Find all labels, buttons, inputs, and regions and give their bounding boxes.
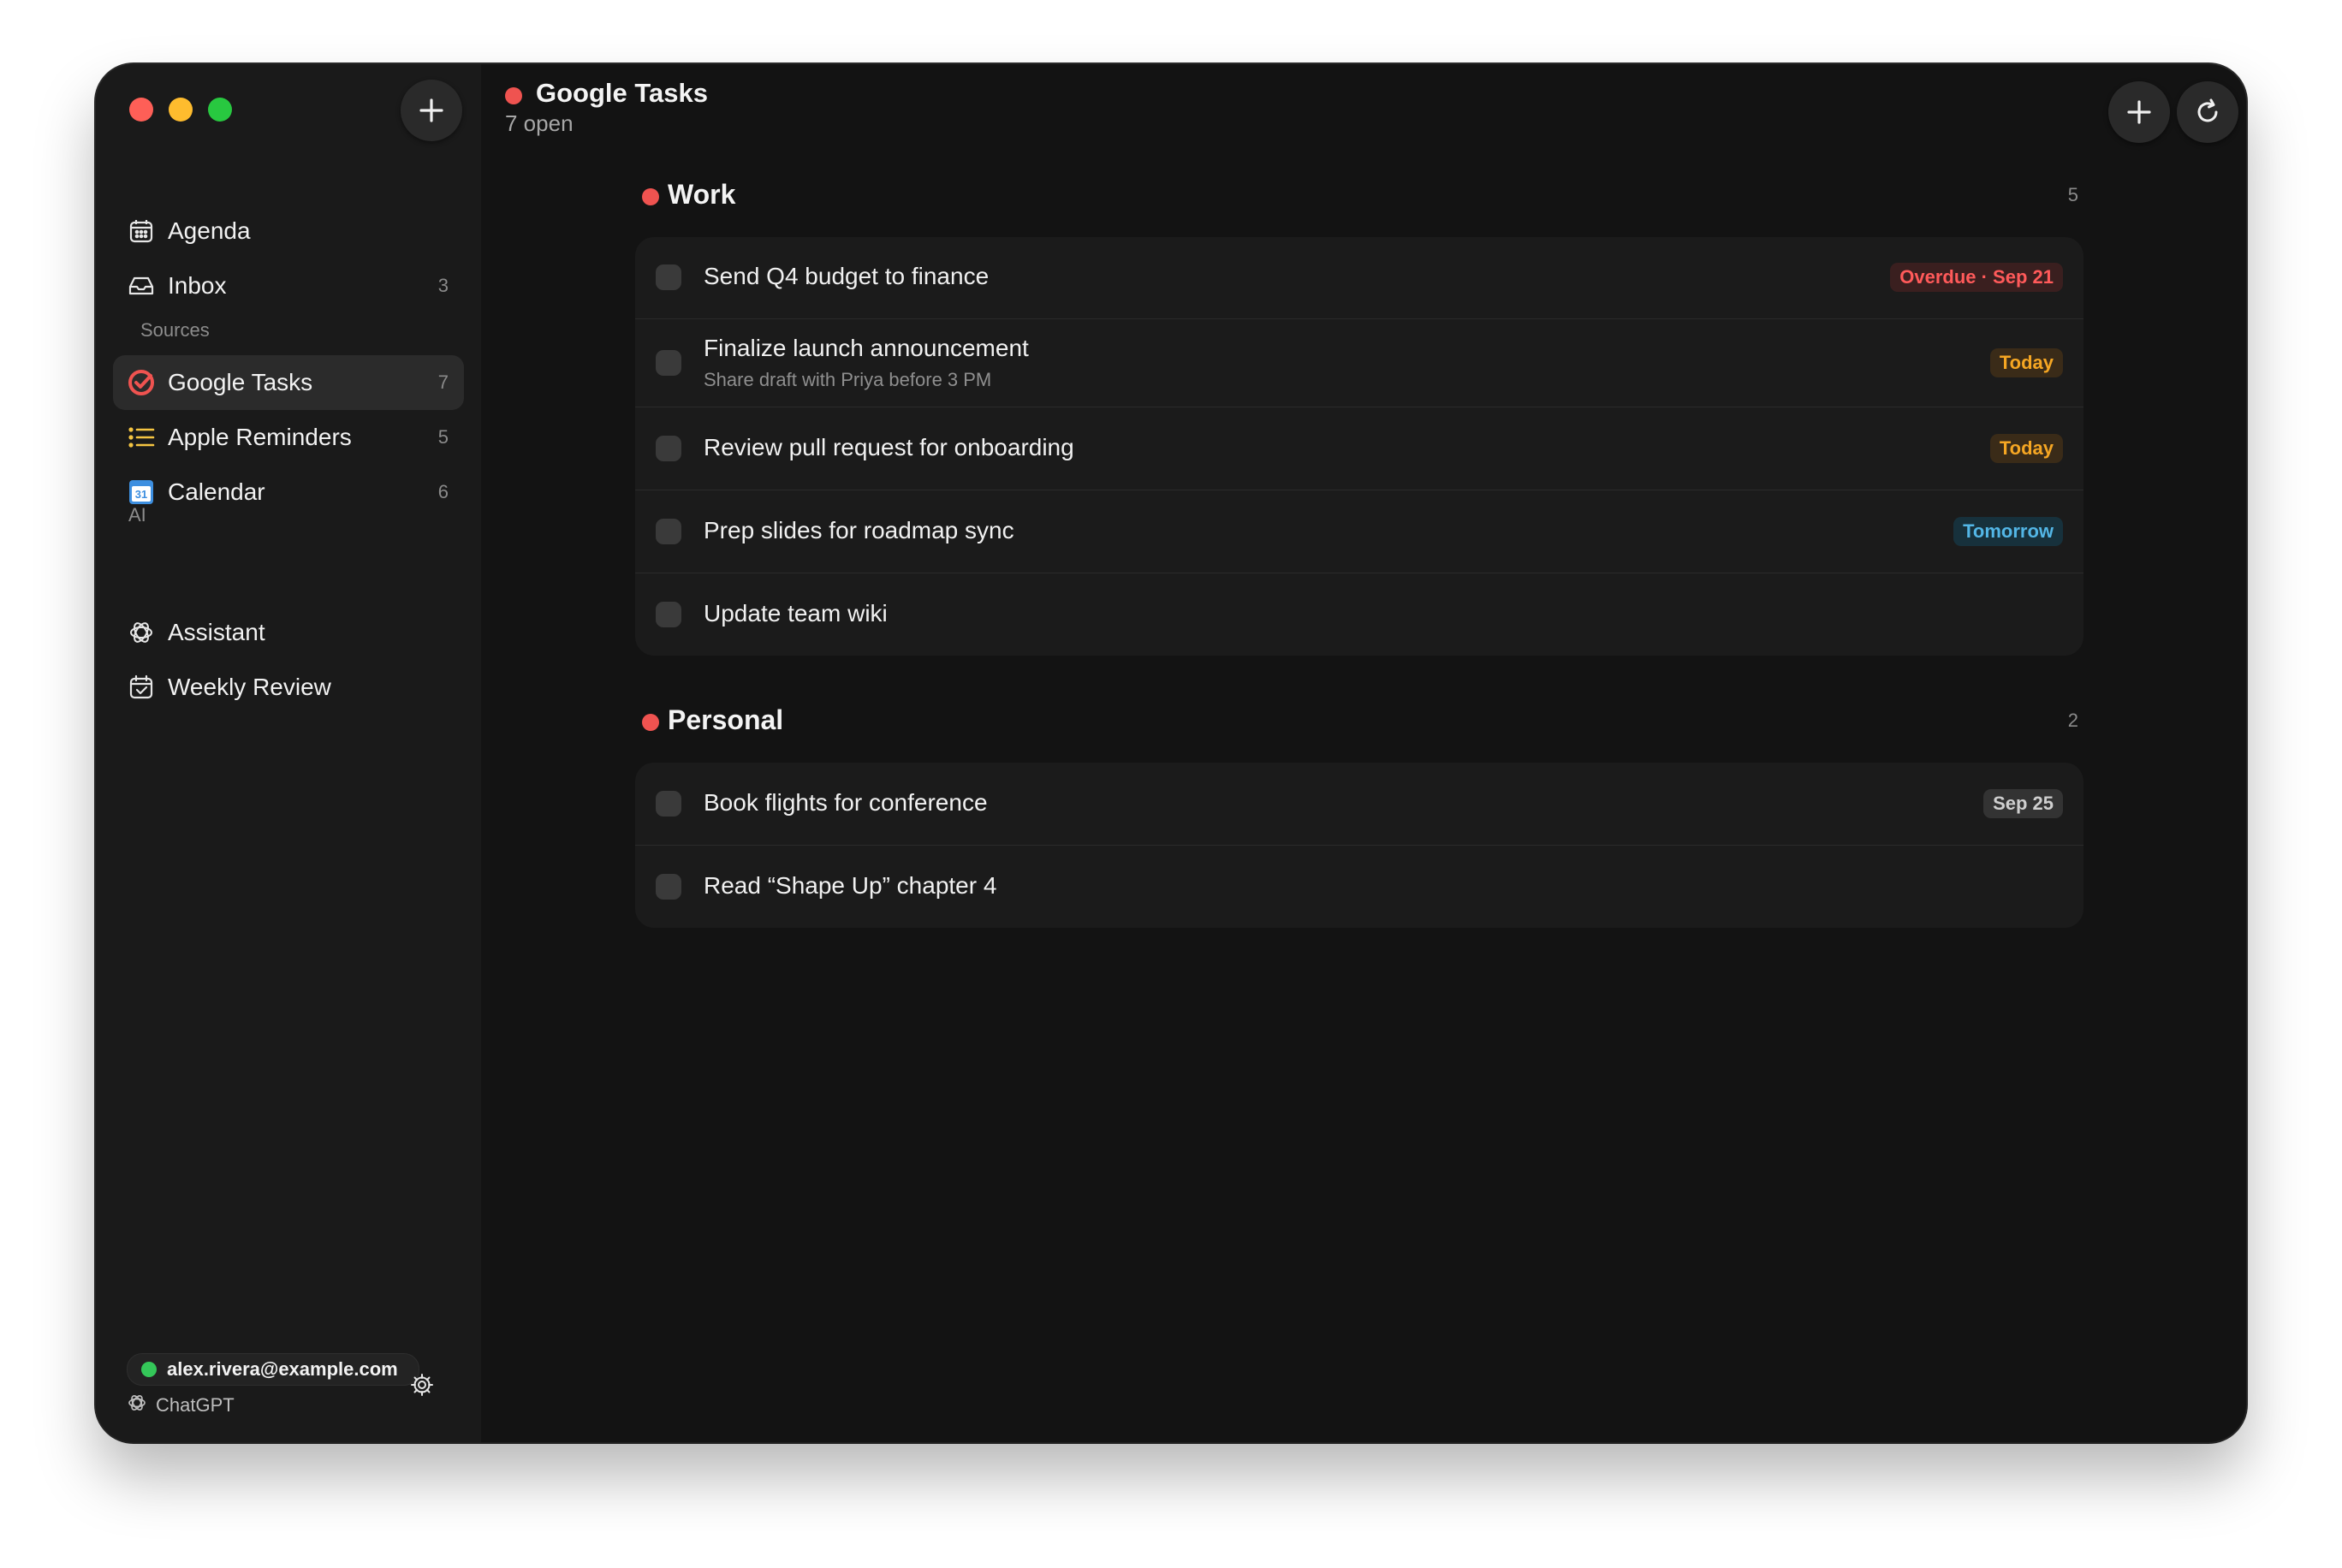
main-panel: Google Tasks 7 open Work 5 Send Q4 budge… [481,64,2246,1442]
task-card-personal: Book flights for conference Sep 25 Read … [635,763,2083,928]
due-badge: Tomorrow [1953,517,2063,546]
due-badge: Overdue · Sep 21 [1890,263,2063,292]
refresh-icon [2197,98,2218,122]
task-row[interactable]: Read “Shape Up” chapter 4 [635,846,2083,928]
account-pill[interactable]: alex.rivera@example.com [127,1353,419,1386]
task-checkbox[interactable] [656,519,681,544]
plus-icon [2127,100,2151,124]
page-subtitle: 7 open [505,110,574,136]
task-checkbox[interactable] [656,791,681,817]
sidebar: Agenda Inbox 3 Sources Google Tasks 7 Ap… [96,64,481,1442]
task-row[interactable]: Prep slides for roadmap sync Tomorrow [635,490,2083,573]
openai-icon [127,618,156,647]
group-header-personal: Personal 2 [635,703,2083,740]
task-title: Prep slides for roadmap sync [704,517,1014,543]
sidebar-item-apple-reminders[interactable]: Apple Reminders 5 [113,410,464,465]
due-badge: Today [1989,434,2063,463]
close-window-button[interactable] [129,98,153,122]
list-icon [127,423,156,452]
task-title: Send Q4 budget to finance [704,263,990,289]
sidebar-item-label: Agenda [168,217,251,244]
task-checkbox[interactable] [656,874,681,900]
task-row[interactable]: Update team wiki [635,573,2083,656]
sources-section-label: Sources [140,319,210,341]
zoom-window-button[interactable] [208,98,232,122]
svg-text:31: 31 [135,488,147,501]
group-count: 2 [2067,710,2078,731]
task-checkbox[interactable] [656,602,681,627]
group-header-work: Work 5 [635,177,2083,215]
sidebar-item-weekly-review[interactable]: Weekly Review [113,660,464,715]
task-row[interactable]: Finalize launch announcement Share draft… [635,319,2083,407]
calendar-count: 6 [437,481,449,502]
task-title: Book flights for conference [704,789,988,816]
due-badge: Today [1989,348,2063,377]
sidebar-item-label: Apple Reminders [168,424,352,450]
add-task-button[interactable] [2108,81,2170,143]
task-row[interactable]: Review pull request for onboarding Today [635,407,2083,490]
group-color-dot [642,714,659,731]
group-title: Personal [668,704,784,735]
task-row[interactable]: Send Q4 budget to finance Overdue · Sep … [635,237,2083,319]
task-checkbox[interactable] [656,350,681,376]
group-title: Work [668,179,736,210]
calendar-grid-icon [127,217,156,246]
task-checkbox[interactable] [656,264,681,290]
inbox-tray-icon [127,271,156,300]
gear-icon[interactable] [410,1373,434,1401]
sidebar-item-label: Inbox [168,272,227,299]
task-title: Review pull request for onboarding [704,434,1074,460]
minimize-window-button[interactable] [169,98,193,122]
sidebar-item-label: Google Tasks [168,369,313,395]
task-row[interactable]: Book flights for conference Sep 25 [635,763,2083,846]
refresh-button[interactable] [2177,81,2238,143]
sidebar-item-agenda[interactable]: Agenda [113,204,464,258]
plus-icon [419,98,443,122]
sidebar-item-inbox[interactable]: Inbox 3 [113,258,464,313]
account-email: alex.rivera@example.com [167,1358,398,1380]
group-count: 5 [2067,184,2078,205]
app-window: Agenda Inbox 3 Sources Google Tasks 7 Ap… [96,64,2246,1442]
page-title: Google Tasks [536,78,708,108]
google-tasks-count: 7 [437,371,449,393]
calendar-31-icon: 31 [127,478,156,507]
sidebar-item-assistant[interactable]: Assistant [113,605,464,660]
task-card-work: Send Q4 budget to finance Overdue · Sep … [635,237,2083,656]
task-title: Update team wiki [704,600,888,627]
sidebar-item-calendar[interactable]: 31 Calendar 6 [113,465,464,520]
task-note: Share draft with Priya before 3 PM [704,369,992,390]
provider-label: ChatGPT [156,1393,235,1416]
sidebar-item-label: Weekly Review [168,674,331,700]
google-tasks-icon [127,368,156,397]
sidebar-item-label: Calendar [168,478,265,505]
task-title: Read “Shape Up” chapter 4 [704,872,997,899]
task-checkbox[interactable] [656,436,681,461]
group-color-dot [642,188,659,205]
task-title: Finalize launch announcement [704,335,1029,361]
openai-icon [127,1393,147,1417]
apple-reminders-count: 5 [437,426,449,448]
source-color-dot [505,87,522,104]
inbox-count: 3 [437,275,449,296]
provider-row[interactable]: ChatGPT [127,1393,235,1417]
due-badge: Sep 25 [1983,789,2063,818]
calendar-check-icon [127,673,156,702]
online-status-dot [141,1362,157,1377]
ai-section-label: AI [128,504,146,526]
sidebar-item-label: Assistant [168,619,265,645]
new-item-button[interactable] [401,80,462,141]
sidebar-item-google-tasks[interactable]: Google Tasks 7 [113,355,464,410]
